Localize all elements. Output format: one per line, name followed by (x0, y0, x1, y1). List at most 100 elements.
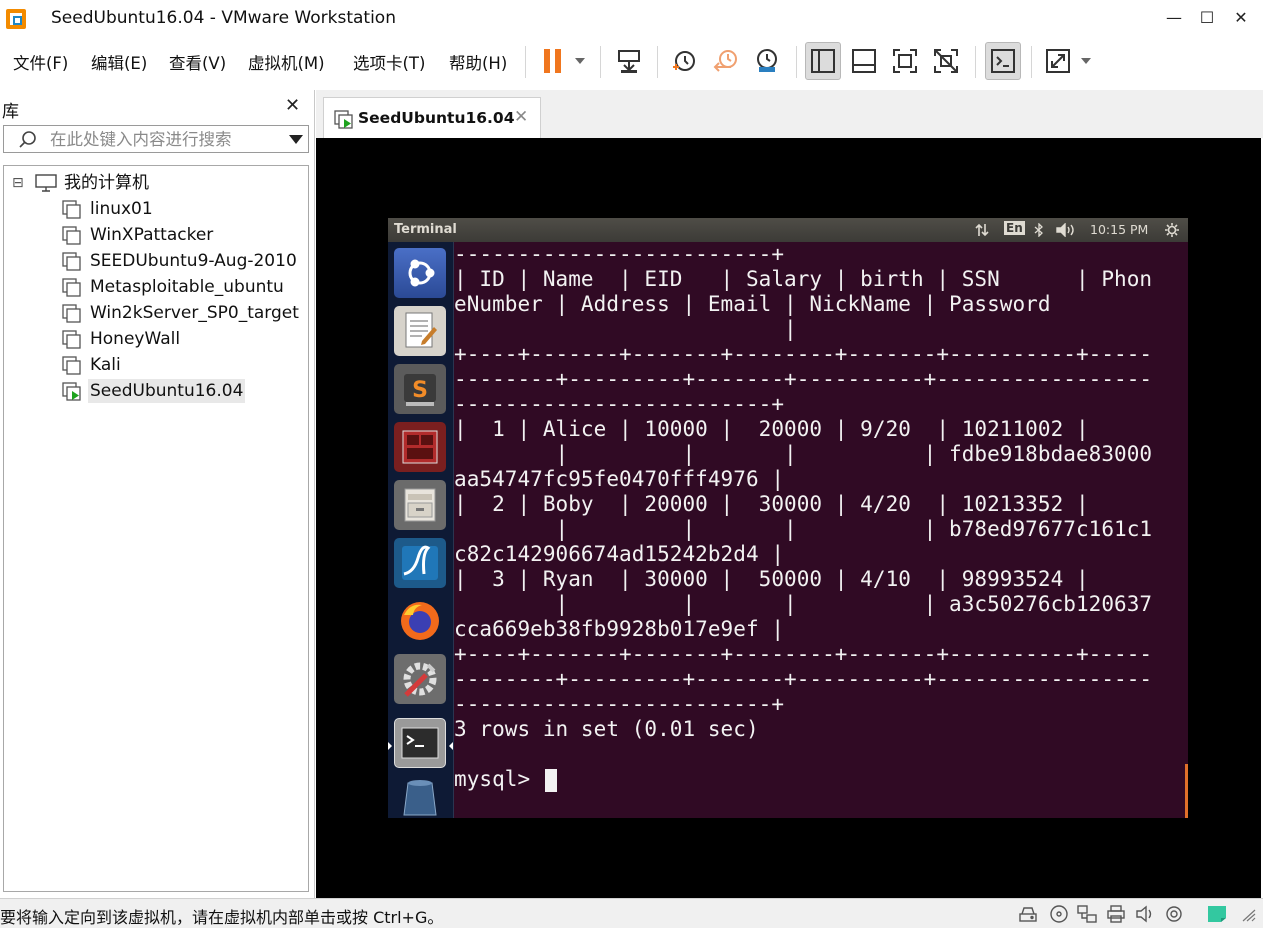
launcher-focus-indicator (449, 742, 453, 750)
terminal-app-icon (402, 430, 438, 464)
vm-running-icon (334, 110, 353, 129)
file-manager-icon (404, 488, 436, 522)
send-ctrl-alt-del-button[interactable] (611, 42, 647, 80)
menu-help[interactable]: 帮助(H) (449, 50, 507, 74)
menu-view[interactable]: 查看(V) (169, 50, 226, 74)
settings-gear-icon[interactable] (1164, 222, 1180, 238)
menu-file[interactable]: 文件(F) (13, 50, 68, 74)
toolbar-separator (975, 46, 976, 78)
vm-label: SEEDUbuntu9-Aug-2010 (90, 251, 297, 271)
tree-root-label: 我的计算机 (64, 173, 149, 193)
firefox-button[interactable] (394, 596, 446, 646)
take-snapshot-button[interactable] (666, 42, 702, 80)
snapshot-manager-button[interactable] (749, 42, 785, 80)
status-bar: 要将输入定向到该虚拟机，请在虚拟机内部单击或按 Ctrl+G。 (0, 898, 1263, 928)
bluetooth-icon[interactable] (1034, 223, 1044, 237)
volume-icon[interactable] (1056, 223, 1078, 237)
toolbar-separator (1031, 46, 1032, 78)
text-editor-button[interactable] (394, 306, 446, 356)
resize-grip-icon[interactable] (1240, 908, 1256, 922)
file-manager-button[interactable] (394, 480, 446, 530)
terminal-scroll-indicator (1185, 764, 1188, 818)
full-screen-button[interactable] (887, 42, 923, 80)
guest-desktop[interactable]: Terminal En 10:15 PM S -----------------… (388, 218, 1188, 818)
vm-icon (62, 252, 81, 271)
menu-edit[interactable]: 编辑(E) (91, 50, 147, 74)
ubuntu-dash-icon (408, 259, 435, 287)
terminal-line: | ID | Name | EID | Salary | birth | SSN… (454, 267, 1153, 291)
system-settings-icon (403, 662, 437, 697)
terminal-line: | 2 | Boby | 20000 | 30000 | 4/20 | 1021… (454, 492, 1089, 516)
terminal-line: | | | | a3c50276cb120637 (454, 592, 1153, 616)
terminal-line: mysql> (454, 767, 543, 791)
wireshark-button[interactable] (394, 538, 446, 588)
revert-snapshot-button[interactable] (708, 42, 744, 80)
printer-icon[interactable] (1106, 905, 1126, 923)
console-view-button[interactable] (985, 42, 1021, 80)
toolbar-separator (796, 46, 797, 78)
tab-close-button[interactable]: ✕ (514, 107, 528, 127)
sublime-text-button[interactable]: S (394, 364, 446, 414)
terminal-app-button[interactable] (394, 422, 446, 472)
unity-button[interactable] (928, 42, 964, 80)
menu-vm[interactable]: 虚拟机(M) (248, 50, 325, 74)
pause-button[interactable] (535, 42, 571, 80)
minimize-button[interactable]: — (1160, 6, 1188, 30)
menu-tabs[interactable]: 选项卡(T) (353, 50, 425, 74)
terminal-line: --------+---------+-------+----------+--… (454, 667, 1153, 691)
vmware-logo-icon (6, 9, 26, 29)
snapshot-manager-icon (757, 49, 777, 72)
fullscreen-icon (893, 49, 917, 73)
sublime-text-icon: S (404, 374, 436, 406)
show-library-button[interactable] (805, 42, 841, 80)
thumbnail-bar-button[interactable] (846, 42, 882, 80)
sound-icon[interactable] (1135, 905, 1155, 923)
trash-button[interactable] (394, 772, 446, 818)
svg-text:S: S (412, 378, 428, 403)
stretch-guest-button[interactable] (1040, 42, 1076, 80)
terminal-line: | 1 | Alice | 10000 | 20000 | 9/20 | 102… (454, 417, 1089, 441)
library-view-icon (811, 49, 835, 73)
stretch-dropdown-caret[interactable] (1081, 58, 1091, 64)
vm-label: WinXPattacker (90, 225, 214, 245)
cd-icon[interactable] (1049, 905, 1069, 923)
close-button[interactable]: ✕ (1227, 6, 1255, 30)
menu-toolbar: 文件(F) 编辑(E) 查看(V) 虚拟机(M) 选项卡(T) 帮助(H) (0, 38, 1263, 86)
tab-seedubuntu16[interactable]: SeedUbuntu16.04 ✕ (323, 97, 541, 138)
system-settings-button[interactable] (394, 654, 446, 704)
computer-icon (35, 174, 57, 192)
maximize-button[interactable]: ☐ (1193, 6, 1221, 30)
guest-clock[interactable]: 10:15 PM (1090, 222, 1148, 237)
terminal-line: c82c142906674ad15242b2d4 | (454, 542, 785, 566)
terminal-line: --------+---------+-------+----------+--… (454, 367, 1153, 391)
vm-tab-strip: SeedUbuntu16.04 ✕ (316, 90, 1263, 138)
vm-icon (62, 330, 81, 349)
network-updown-icon[interactable] (974, 223, 990, 237)
usb-icon[interactable] (1164, 905, 1184, 923)
message-icon[interactable] (1207, 905, 1227, 923)
search-input[interactable] (50, 128, 270, 150)
collapse-toggle-icon[interactable]: ⊟ (12, 171, 24, 195)
send-keys-icon (618, 50, 640, 73)
wireshark-icon (402, 545, 438, 580)
search-dropdown-arrow-icon[interactable] (289, 135, 303, 144)
pause-dropdown-caret[interactable] (575, 58, 585, 64)
terminal-line: -------------------------+ (454, 242, 785, 266)
hdd-icon[interactable] (1018, 905, 1038, 923)
guest-window-title: Terminal (394, 222, 457, 237)
network-icon[interactable] (1077, 905, 1097, 923)
terminal-output: -------------------------+ | ID | Name | … (454, 242, 1152, 792)
vm-label: Metasploitable_ubuntu (90, 277, 284, 297)
vm-icon (62, 356, 81, 375)
ubuntu-dash-button[interactable] (394, 248, 446, 298)
launcher-active-indicator (388, 742, 392, 750)
terminal-line: -------------------------+ (454, 692, 785, 716)
snapshot-take-icon (673, 51, 695, 71)
keyboard-layout-indicator[interactable]: En (1004, 221, 1025, 235)
library-close-button[interactable]: ✕ (285, 95, 300, 116)
terminal-active-button[interactable] (394, 718, 446, 768)
library-search-box[interactable] (3, 125, 309, 153)
terminal-line: aa54747fc95fe0470fff4976 | (454, 467, 785, 491)
terminal-window[interactable]: -------------------------+ | ID | Name | … (454, 242, 1188, 818)
vm-label-selected: SeedUbuntu16.04 (88, 379, 246, 403)
